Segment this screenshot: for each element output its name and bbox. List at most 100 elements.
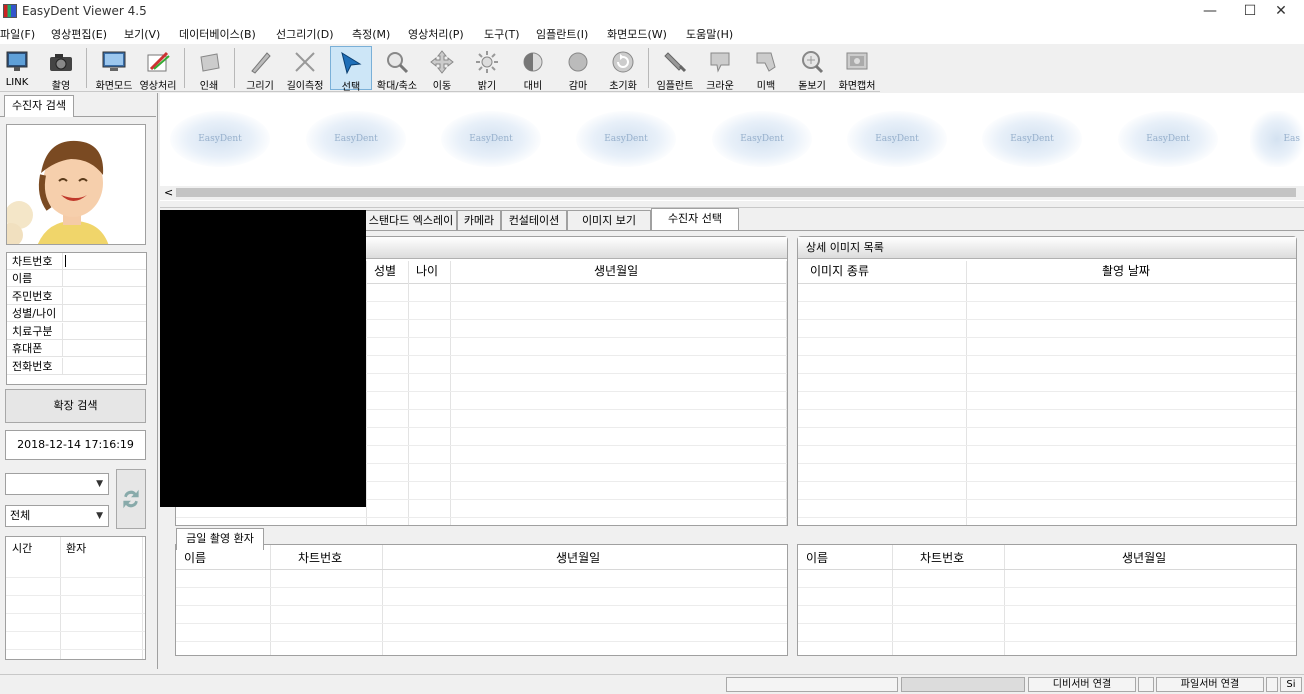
thumbnail[interactable]: EasyDent — [982, 111, 1082, 167]
column-header-chart-number: 차트번호 — [298, 551, 343, 565]
label-gender-age: 성별/나이 — [7, 305, 63, 322]
scroll-left-icon[interactable]: < — [164, 186, 173, 199]
today-patients-grid[interactable]: 이름 차트번호 생년월일 — [175, 544, 788, 656]
magnifier-icon — [802, 51, 824, 74]
gender-age-input[interactable] — [63, 305, 146, 322]
toolbar-label: 돋보기 — [798, 81, 826, 92]
tab-patient-search[interactable]: 수진자 검색 — [4, 95, 74, 117]
brightness-icon — [476, 51, 498, 73]
tab-standard-xray[interactable]: 스탠다드 엑스레이 — [365, 210, 457, 230]
extended-search-button[interactable]: 확장 검색 — [5, 389, 146, 423]
measure-icon — [295, 52, 315, 72]
chevron-down-icon: ▼ — [96, 479, 103, 489]
magnifier-button[interactable]: 돋보기 — [796, 46, 828, 92]
whitening-button[interactable]: 미백 — [750, 46, 782, 92]
brightness-button[interactable]: 밝기 — [472, 46, 502, 92]
phone-input[interactable] — [63, 358, 146, 375]
grid-line — [798, 517, 1296, 518]
implant-button[interactable]: 임플란트 — [656, 46, 694, 92]
thumbnail[interactable]: EasyDent — [847, 111, 947, 167]
treatment-type-input[interactable] — [63, 323, 146, 340]
menu-measure[interactable]: 측정(M) — [352, 26, 390, 42]
crown-icon — [710, 52, 730, 73]
toolbar-separator — [234, 48, 235, 88]
text-cursor — [65, 255, 66, 267]
tab-patient-select[interactable]: 수진자 선택 — [651, 208, 739, 230]
toolbar-label: 대비 — [523, 81, 543, 92]
length-measure-button[interactable]: 길이측정 — [286, 46, 324, 92]
toolbar-separator — [86, 48, 87, 88]
gamma-button[interactable]: 감마 — [563, 46, 593, 92]
grid-line — [798, 427, 1296, 428]
select-button[interactable]: 선택 — [330, 46, 372, 93]
resident-number-input[interactable] — [63, 288, 146, 305]
mobile-input[interactable] — [63, 340, 146, 357]
menu-view[interactable]: 보기(V) — [124, 26, 160, 42]
tab-consultation[interactable]: 컨설테이션 — [501, 210, 567, 230]
crown-button[interactable]: 크라운 — [704, 46, 736, 92]
patient-info-form: 차트번호 이름 주민번호 성별/나이 치료구분 휴대폰 전화번호 — [6, 252, 147, 385]
menu-implant[interactable]: 임플란트(I) — [536, 26, 588, 42]
capture-button[interactable]: 촬영 — [44, 46, 78, 92]
filter-combo-2[interactable]: 전체 ▼ — [5, 505, 109, 527]
menu-image-edit[interactable]: 영상편집(E) — [51, 26, 107, 42]
screen-mode-button[interactable]: 화면모드 — [96, 46, 132, 92]
thumbnail[interactable]: Eas — [1250, 111, 1304, 167]
scroll-thumb[interactable] — [176, 188, 1296, 197]
toolbar-separator — [184, 48, 185, 88]
move-button[interactable]: 이동 — [426, 46, 458, 92]
menu-screen-mode[interactable]: 화면모드(W) — [607, 26, 667, 42]
datetime-display: 2018-12-14 17:16:19 — [5, 430, 146, 460]
detail-image-list[interactable]: 상세 이미지 목록 이미지 종류 촬영 날짜 — [797, 236, 1297, 526]
refresh-button[interactable] — [116, 469, 146, 529]
link-button[interactable]: LINK — [2, 46, 32, 90]
close-button[interactable]: ✕ — [1258, 0, 1304, 22]
menu-tools[interactable]: 도구(T) — [484, 26, 520, 42]
tab-image-view[interactable]: 이미지 보기 — [567, 210, 651, 230]
zoom-button[interactable]: 확대/축소 — [377, 46, 417, 92]
status-segment — [1266, 677, 1278, 692]
menu-file[interactable]: 파일(F) — [0, 26, 35, 42]
file-server-status: 파일서버 연결 — [1156, 677, 1264, 692]
reset-icon — [612, 51, 634, 73]
grid-line — [176, 641, 787, 642]
thumbnail[interactable]: EasyDent — [306, 111, 406, 167]
menu-database[interactable]: 데이터베이스(B) — [179, 26, 256, 42]
menu-help[interactable]: 도움말(H) — [686, 26, 733, 42]
grid-line — [6, 577, 145, 578]
menu-draw-line[interactable]: 선그리기(D) — [276, 26, 334, 42]
thumbnail[interactable]: EasyDent — [576, 111, 676, 167]
grid-line — [798, 283, 1296, 284]
grid-line — [798, 587, 1296, 588]
name-input[interactable] — [63, 270, 146, 287]
patient-summary-grid[interactable]: 이름 차트번호 생년월일 — [797, 544, 1297, 656]
thumbnail[interactable]: EasyDent — [1118, 111, 1218, 167]
visit-list[interactable]: 시간 환자 — [5, 536, 146, 660]
grid-line — [798, 409, 1296, 410]
filter-combo-1[interactable]: ▼ — [5, 473, 109, 495]
thumbnail[interactable]: EasyDent — [441, 111, 541, 167]
screen-capture-button[interactable]: 화면캡처 — [838, 46, 876, 92]
draw-button[interactable]: 그리기 — [244, 46, 276, 92]
contrast-button[interactable]: 대비 — [518, 46, 548, 92]
thumbnail-scrollbar[interactable]: < — [160, 186, 1304, 200]
tab-today-patients[interactable]: 금일 촬영 환자 — [176, 528, 264, 550]
thumbnail[interactable]: EasyDent — [712, 111, 812, 167]
image-process-button[interactable]: 영상처리 — [140, 46, 176, 92]
grid-line — [1004, 545, 1005, 655]
whitening-icon — [756, 52, 776, 72]
reset-button[interactable]: 초기화 — [607, 46, 639, 92]
label-treatment-type: 치료구분 — [7, 323, 63, 340]
thumbnail[interactable]: EasyDent — [170, 111, 270, 167]
move-icon — [430, 50, 454, 74]
screen-capture-icon — [846, 52, 868, 70]
menu-image-process[interactable]: 영상처리(P) — [408, 26, 464, 42]
grid-line — [6, 649, 145, 650]
print-button[interactable]: 인쇄 — [194, 46, 224, 92]
status-tail: Si — [1280, 677, 1302, 692]
contrast-icon — [523, 52, 543, 72]
chart-number-input[interactable] — [63, 253, 146, 270]
tab-camera[interactable]: 카메라 — [457, 210, 501, 230]
menu-bar: 파일(F) 영상편집(E) 보기(V) 데이터베이스(B) 선그리기(D) 측정… — [0, 22, 1304, 44]
toolbar-label: 촬영 — [51, 81, 71, 92]
